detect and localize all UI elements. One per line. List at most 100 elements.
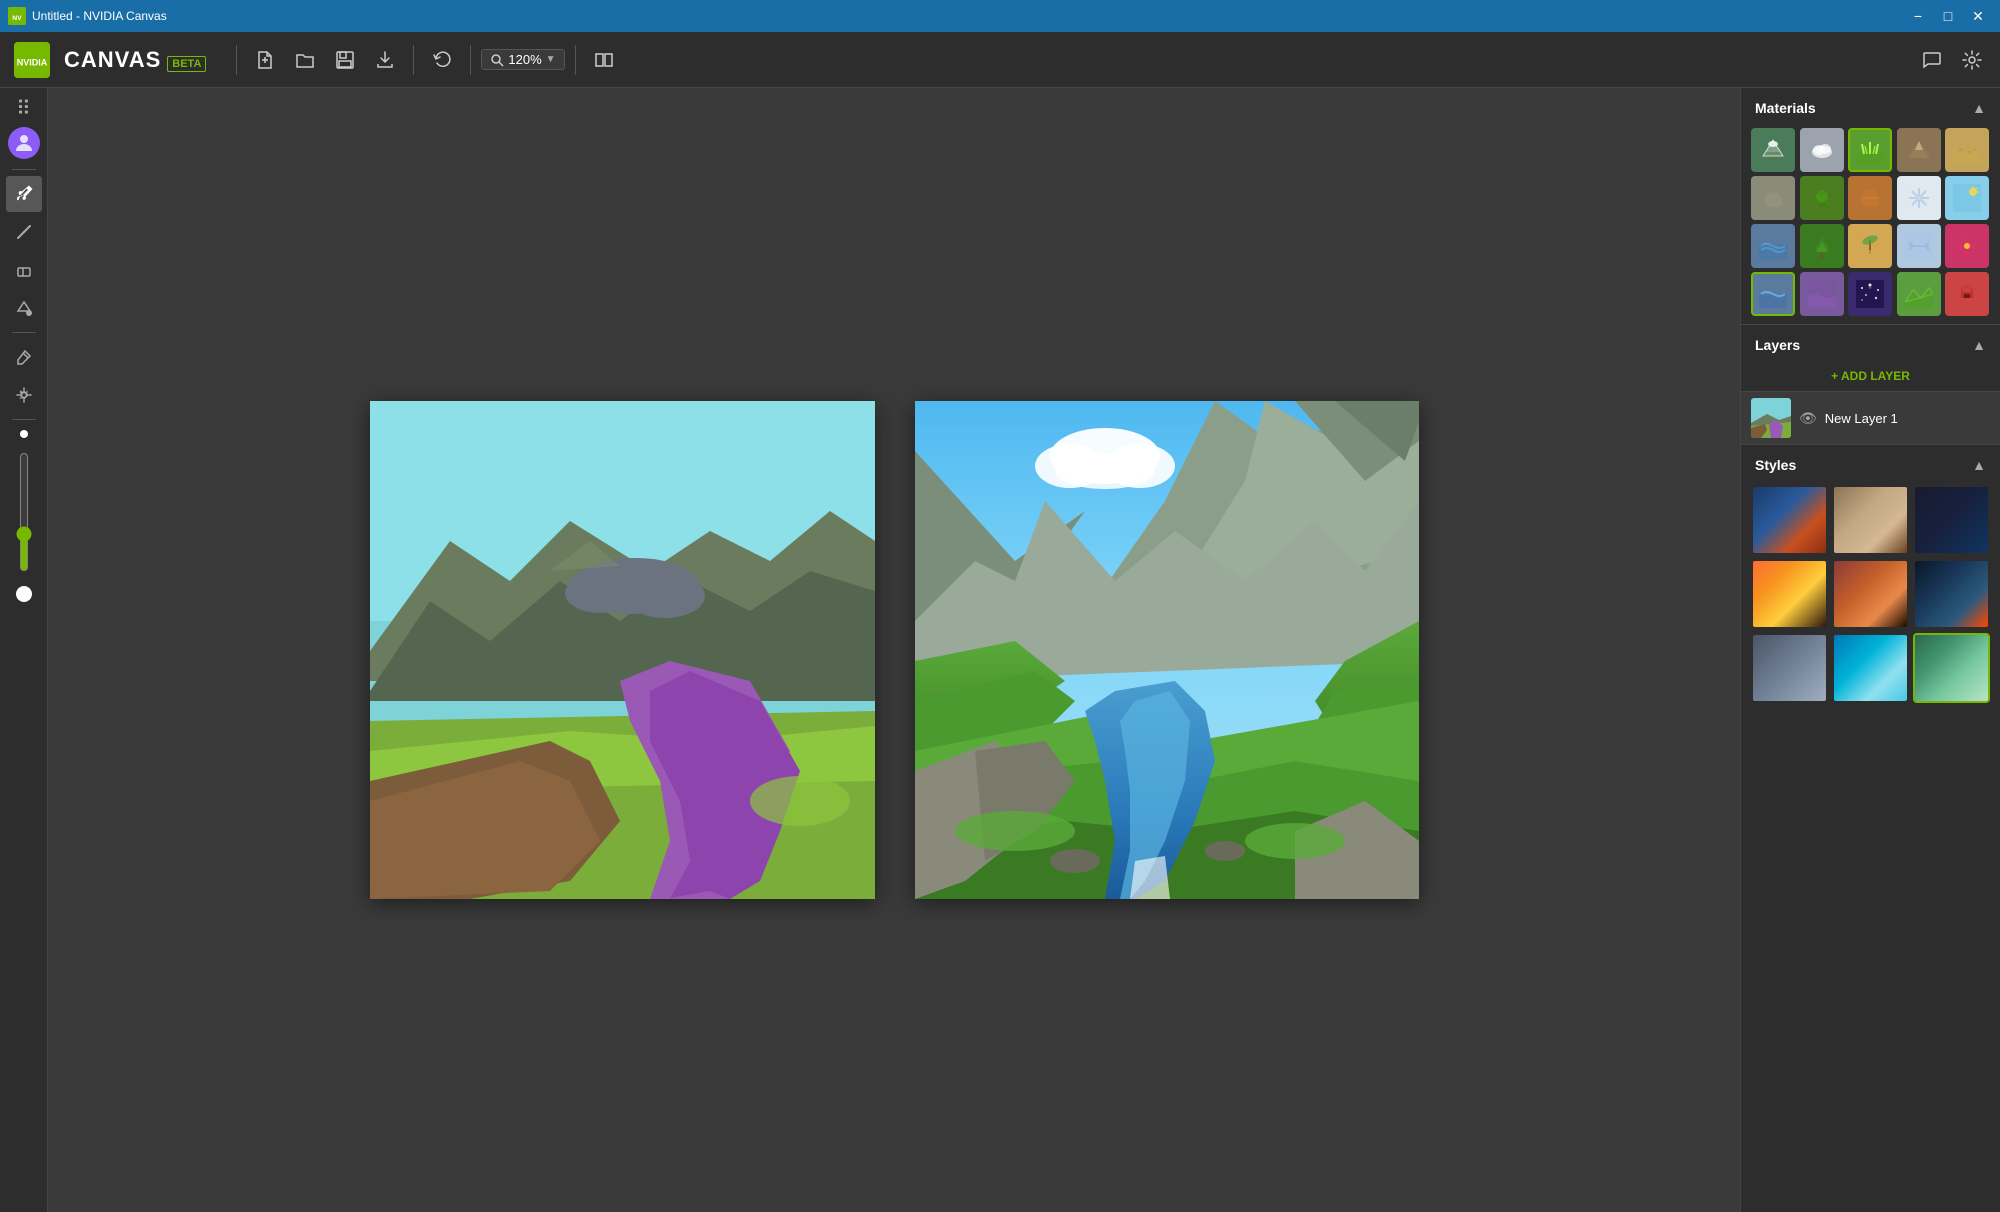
compare-button[interactable] — [586, 42, 622, 78]
material-desert-rock[interactable] — [1848, 176, 1892, 220]
undo-icon — [432, 50, 452, 70]
color-picker-button[interactable] — [6, 339, 42, 375]
material-beach[interactable] — [1848, 224, 1892, 268]
material-lake[interactable] — [1751, 272, 1795, 316]
material-tree[interactable] — [1800, 224, 1844, 268]
undo-button[interactable] — [424, 42, 460, 78]
material-snow-icon — [1905, 184, 1933, 212]
styles-panel-header: Styles ▲ — [1741, 445, 2000, 481]
zoom-control[interactable]: 120% ▼ — [481, 49, 564, 70]
canvas-label: CANVAS — [64, 47, 161, 73]
new-file-button[interactable] — [247, 42, 283, 78]
tools-menu-dots[interactable]: ⠿ — [16, 96, 31, 121]
svg-text:NVIDIA: NVIDIA — [17, 57, 48, 67]
material-beach-icon — [1856, 232, 1884, 260]
brush-tool-button[interactable] — [6, 176, 42, 212]
material-mountain-snow-icon — [1759, 136, 1787, 164]
style-item-3[interactable] — [1913, 485, 1990, 555]
drawing-canvas-svg[interactable] — [370, 401, 875, 899]
titlebar: NV Untitled - NVIDIA Canvas − □ ✕ — [0, 0, 2000, 32]
add-layer-button[interactable]: + ADD LAYER — [1741, 361, 2000, 392]
material-bush[interactable] — [1800, 176, 1844, 220]
material-mountain-snow[interactable] — [1751, 128, 1795, 172]
toolbar-separator-4 — [575, 45, 576, 75]
minimize-button[interactable]: − — [1904, 2, 1932, 30]
material-sky[interactable] — [1945, 176, 1989, 220]
style-item-2[interactable] — [1832, 485, 1909, 555]
style-item-5[interactable] — [1832, 559, 1909, 629]
style-canyon-img — [1834, 561, 1907, 627]
style-item-6[interactable] — [1913, 559, 1990, 629]
settings-button[interactable] — [1956, 44, 1988, 76]
material-ice[interactable] — [1897, 224, 1941, 268]
styles-title: Styles — [1755, 457, 1796, 473]
result-panel — [915, 401, 1419, 899]
layer-visibility-icon[interactable]: 👁 — [1799, 410, 1817, 427]
material-snow[interactable] — [1897, 176, 1941, 220]
brush-size-slider[interactable] — [16, 452, 32, 572]
material-desert-rock-icon — [1856, 184, 1884, 212]
style-item-1[interactable] — [1751, 485, 1828, 555]
material-water[interactable] — [1751, 224, 1795, 268]
export-button[interactable] — [367, 42, 403, 78]
user-avatar[interactable] — [8, 127, 40, 159]
pan-tool-button[interactable] — [6, 377, 42, 413]
layer-thumb-svg — [1751, 398, 1791, 438]
layers-collapse-button[interactable]: ▲ — [1972, 337, 1986, 353]
layer-item[interactable]: 👁 New Layer 1 — [1741, 392, 2000, 444]
layers-title: Layers — [1755, 337, 1800, 353]
style-item-7[interactable] — [1751, 633, 1828, 703]
nvidia-logo-icon: NVIDIA — [14, 42, 50, 78]
style-item-4[interactable] — [1751, 559, 1828, 629]
style-ocean-night-img — [1915, 561, 1988, 627]
fill-icon — [15, 299, 33, 317]
style-tropical-img — [1834, 635, 1907, 701]
compare-icon — [594, 50, 614, 70]
material-bush-icon — [1808, 184, 1836, 212]
material-green-hills[interactable] — [1897, 272, 1941, 316]
material-purple-ground[interactable] — [1800, 272, 1844, 316]
open-file-icon — [295, 50, 315, 70]
style-item-8[interactable] — [1832, 633, 1909, 703]
line-tool-button[interactable] — [6, 214, 42, 250]
titlebar-title: Untitled - NVIDIA Canvas — [32, 9, 167, 23]
save-file-button[interactable] — [327, 42, 363, 78]
toolbar-right — [1916, 44, 1988, 76]
nvidia-logo: NVIDIA — [12, 40, 52, 80]
material-stars[interactable] — [1848, 272, 1892, 316]
style-cloudy-img — [1834, 487, 1907, 553]
new-file-icon — [255, 50, 275, 70]
material-flowers[interactable] — [1945, 224, 1989, 268]
material-grass[interactable] — [1848, 128, 1892, 172]
materials-grid — [1741, 124, 2000, 324]
material-flowers-icon — [1953, 232, 1981, 260]
material-sand-icon — [1953, 136, 1981, 164]
pan-icon — [15, 386, 33, 404]
tool-separator-1 — [12, 169, 36, 170]
materials-collapse-button[interactable]: ▲ — [1972, 100, 1986, 116]
fill-tool-button[interactable] — [6, 290, 42, 326]
drawing-panel[interactable] — [370, 401, 875, 899]
chat-button[interactable] — [1916, 44, 1948, 76]
material-cloud[interactable] — [1800, 128, 1844, 172]
settings-icon — [1962, 50, 1982, 70]
material-green-hills-icon — [1905, 280, 1933, 308]
close-button[interactable]: ✕ — [1964, 2, 1992, 30]
maximize-button[interactable]: □ — [1934, 2, 1962, 30]
titlebar-controls: − □ ✕ — [1904, 2, 1992, 30]
open-file-button[interactable] — [287, 42, 323, 78]
brand: CANVAS BETA — [64, 47, 206, 73]
save-file-icon — [335, 50, 355, 70]
material-mountain[interactable] — [1897, 128, 1941, 172]
material-asian-building[interactable] — [1945, 272, 1989, 316]
material-rock[interactable] — [1751, 176, 1795, 220]
material-mountain-icon — [1905, 136, 1933, 164]
eraser-tool-button[interactable] — [6, 252, 42, 288]
right-sidebar: Materials ▲ — [1740, 88, 2000, 1212]
style-item-9[interactable] — [1913, 633, 1990, 703]
materials-title: Materials — [1755, 100, 1816, 116]
layer-thumbnail — [1751, 398, 1791, 438]
styles-collapse-button[interactable]: ▲ — [1972, 457, 1986, 473]
brush-size-indicator-large — [16, 586, 32, 602]
material-sand[interactable] — [1945, 128, 1989, 172]
